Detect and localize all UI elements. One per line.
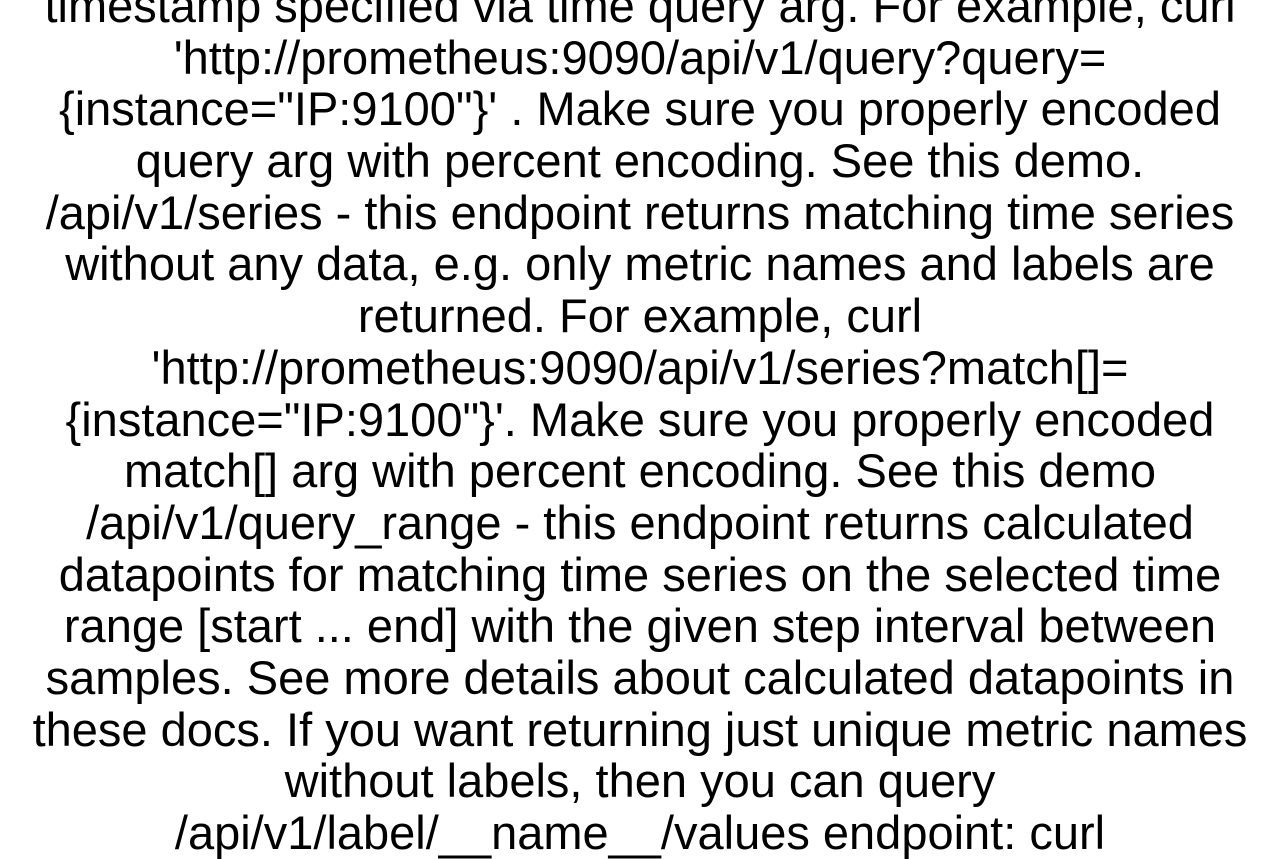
document-text: timestamp specified via time query arg. … [33,0,1248,859]
document-body: timestamp specified via time query arg. … [0,0,1280,859]
